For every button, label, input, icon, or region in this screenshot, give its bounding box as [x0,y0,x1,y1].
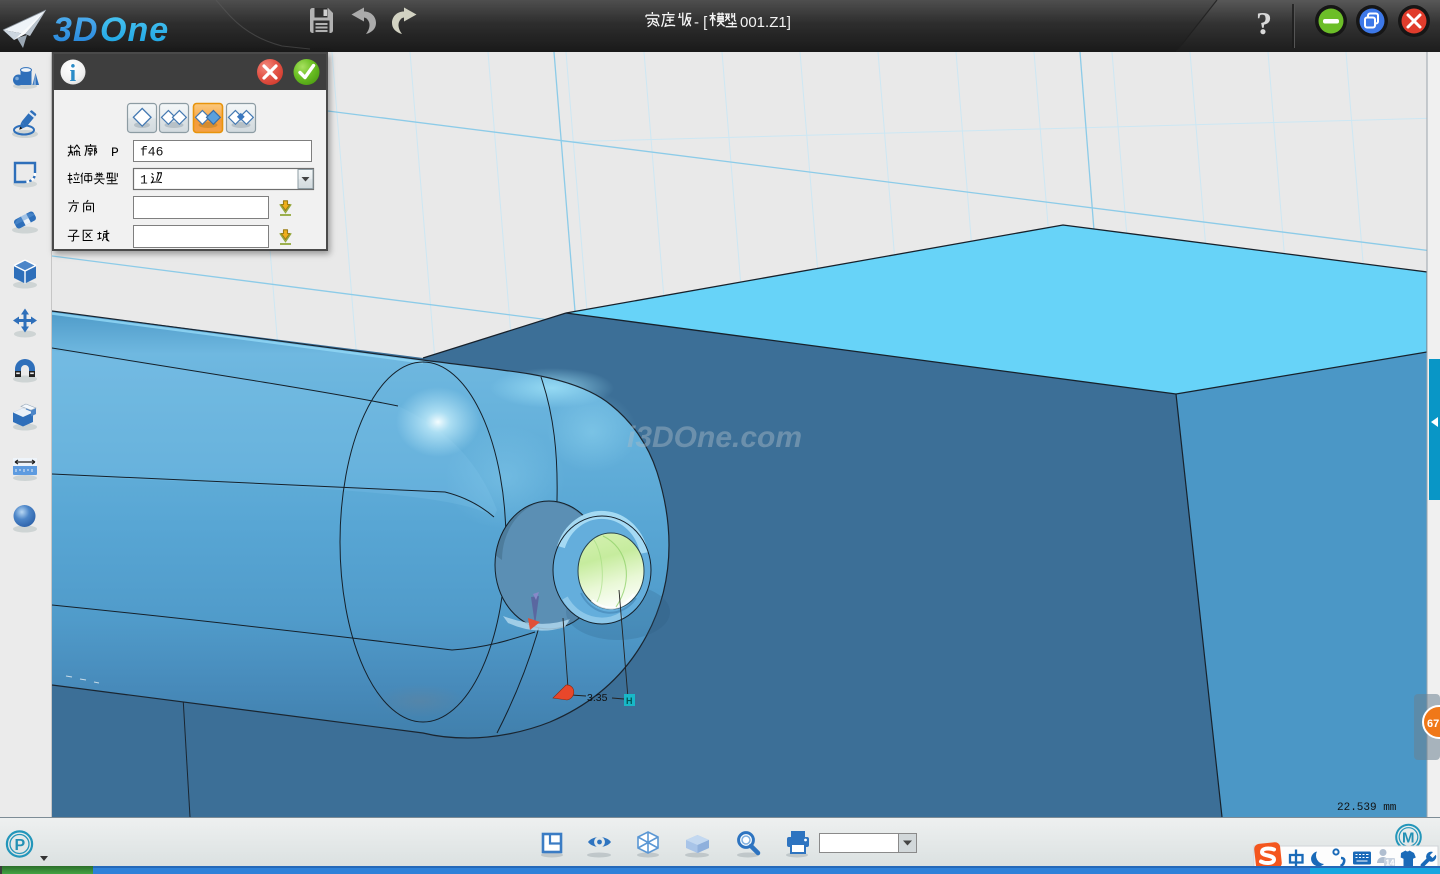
svg-text:3D: 3D [53,11,98,49]
svg-text:P: P [111,145,119,160]
svg-text:67: 67 [1427,718,1439,730]
svg-text:P: P [15,837,26,854]
svg-text:i: i [70,61,77,87]
svg-text:One: One [100,11,169,49]
svg-text:M: M [1402,830,1415,847]
svg-text:H: H [626,696,633,706]
svg-text:f46: f46 [140,145,163,160]
svg-text:001.Z1]: 001.Z1] [740,14,791,31]
svg-text:14: 14 [1386,859,1395,867]
svg-text:22.539 mm: 22.539 mm [1337,802,1397,814]
svg-text:i3DOne.com: i3DOne.com [627,421,802,454]
svg-text:- [: - [ [694,14,708,31]
svg-text:?: ? [1256,5,1272,41]
svg-text:1: 1 [140,173,148,188]
svg-text:3.35: 3.35 [587,692,608,704]
